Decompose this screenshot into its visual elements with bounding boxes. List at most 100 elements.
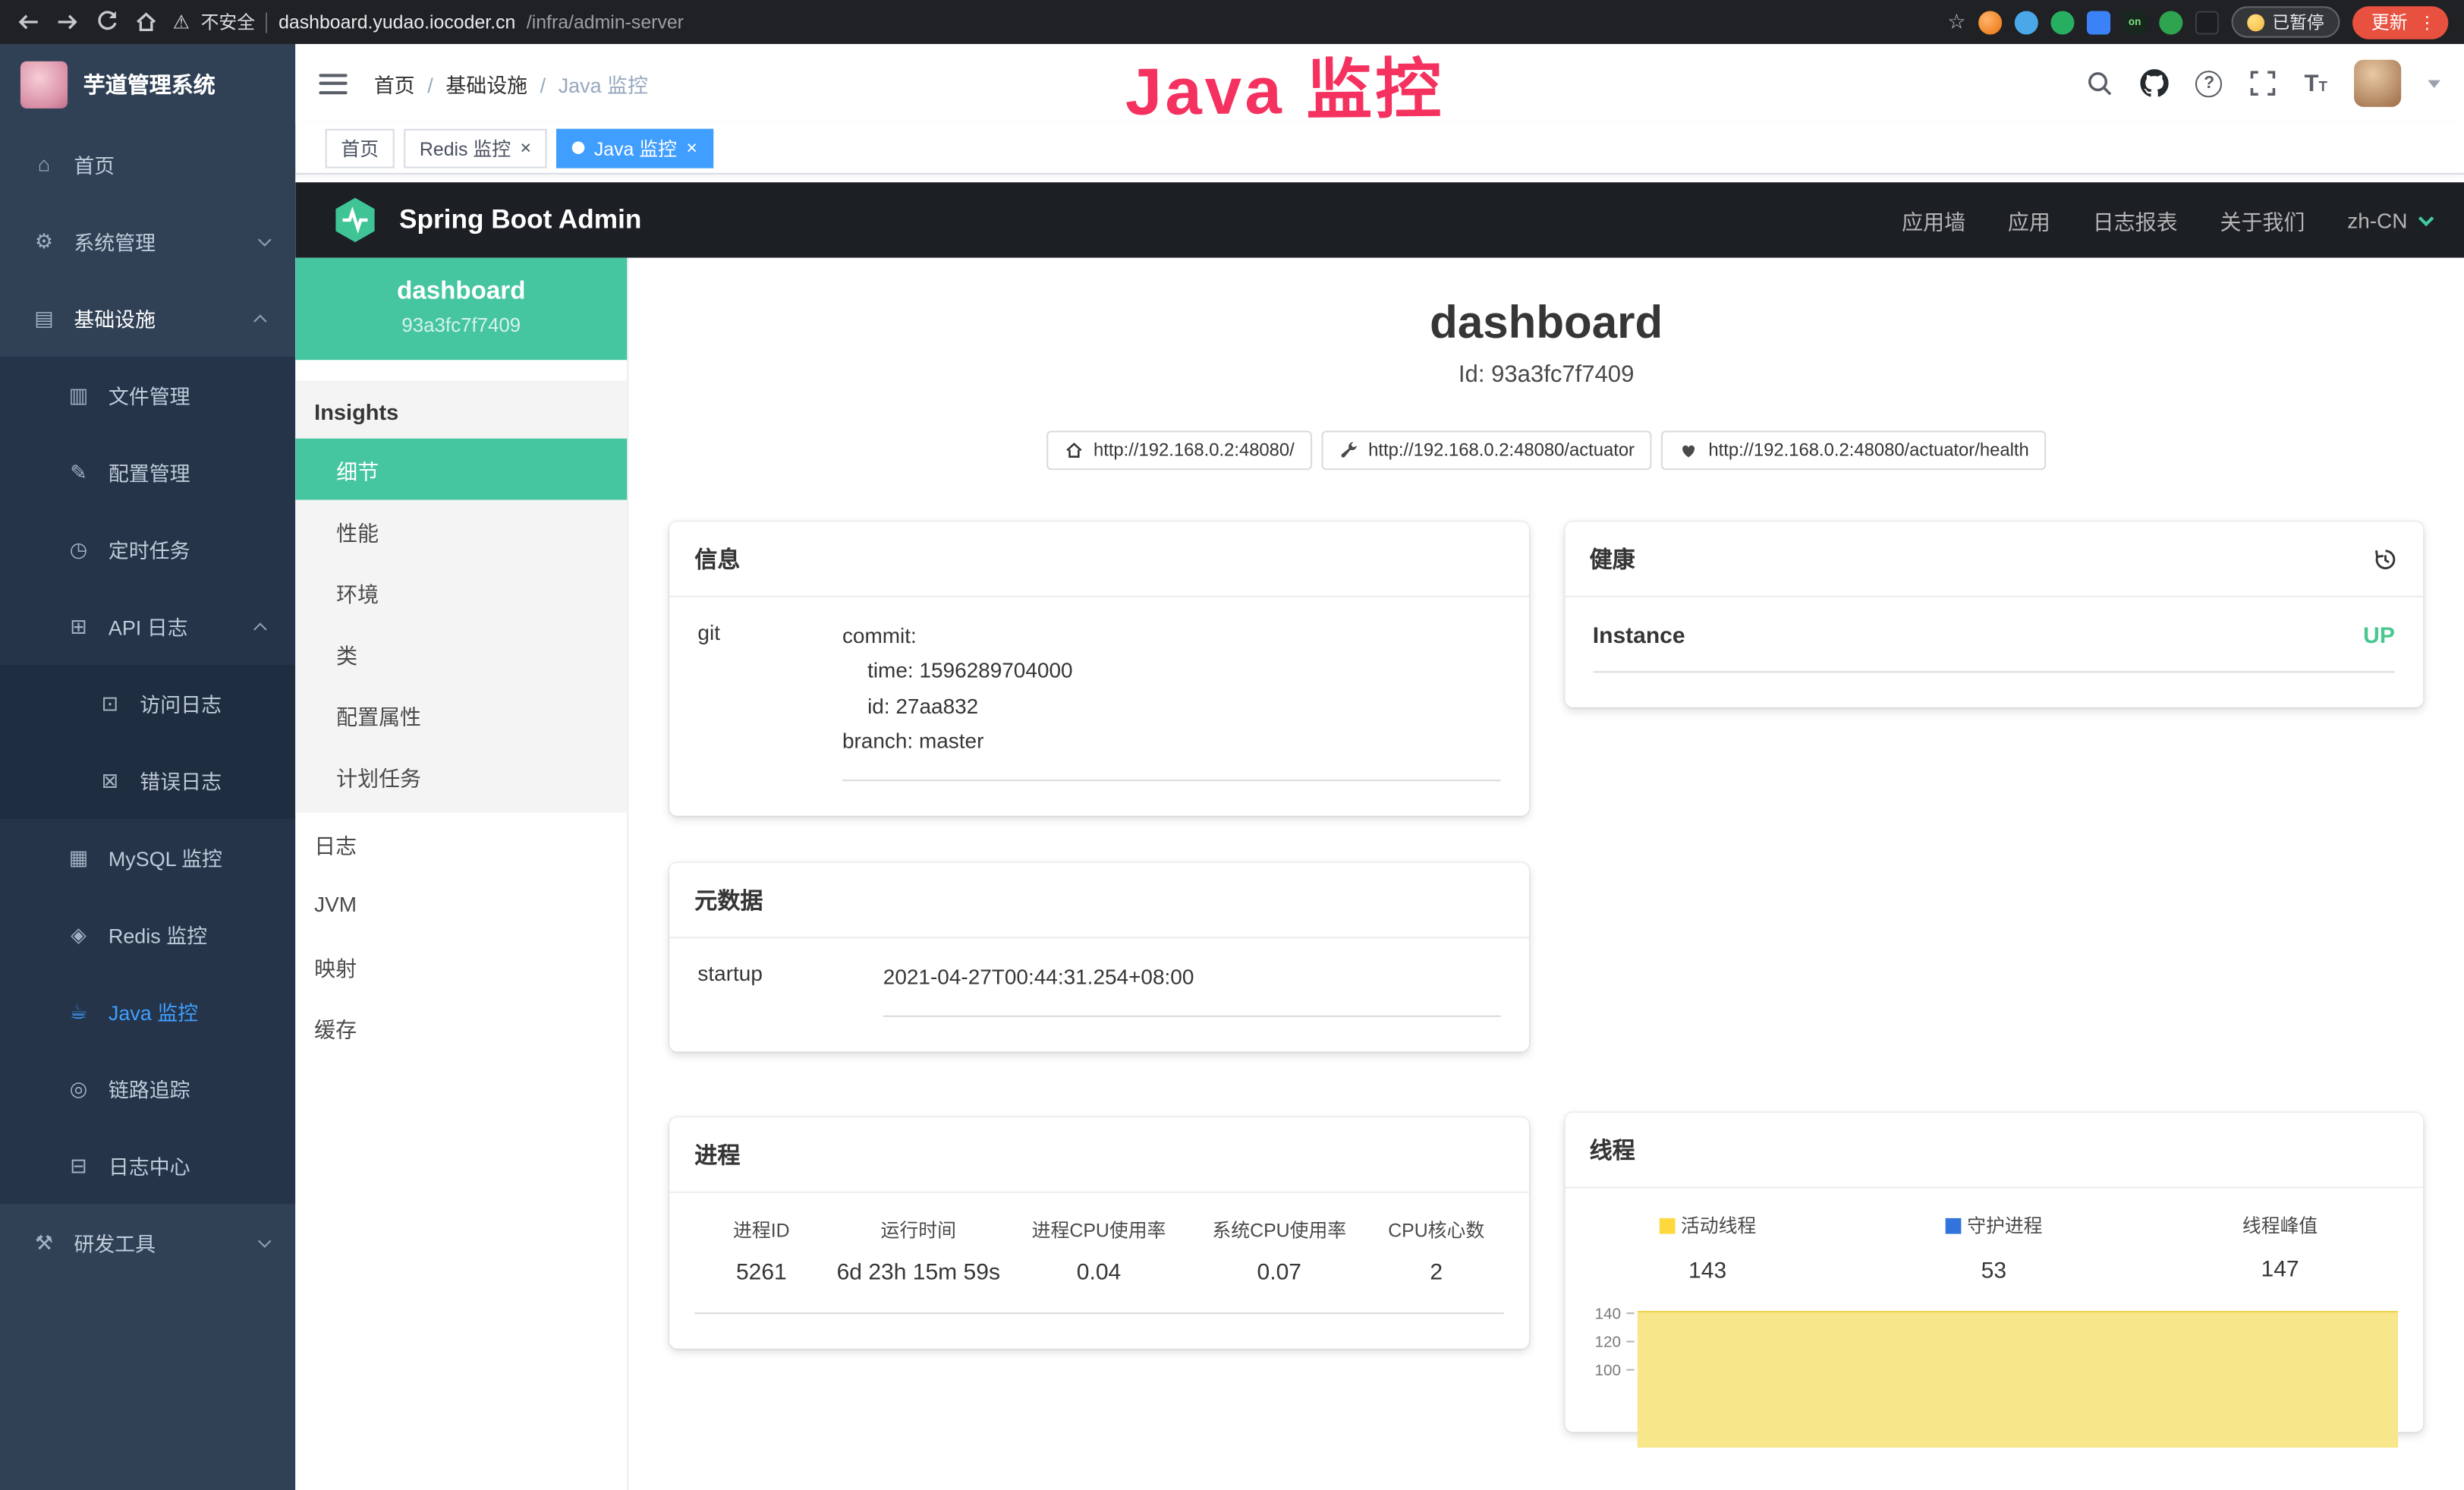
sba-nav-about[interactable]: 关于我们	[2220, 204, 2305, 235]
history-icon[interactable]	[2373, 547, 2398, 572]
sba-brand-title[interactable]: Spring Boot Admin	[399, 204, 641, 235]
back-icon[interactable]	[16, 9, 41, 34]
sidebar-item-mysql-monitor[interactable]: ▦ MySQL 监控	[0, 819, 295, 896]
gear-icon: ⚙	[31, 228, 56, 254]
home-icon[interactable]	[134, 9, 159, 34]
close-icon[interactable]	[520, 137, 531, 159]
user-avatar[interactable]	[2354, 60, 2401, 107]
service-url-button[interactable]: http://192.168.0.2:48080/	[1046, 430, 1312, 470]
update-button[interactable]: 更新 ⋮	[2352, 5, 2448, 38]
sidebar-item-label: 日志中心	[109, 1151, 190, 1180]
sidebar-item-redis-monitor[interactable]: ◈ Redis 监控	[0, 896, 295, 972]
sba-item-details[interactable]: 细节	[295, 439, 627, 500]
actuator-url: http://192.168.0.2:48080/actuator	[1368, 441, 1635, 460]
extension-on-badge-icon[interactable]: on	[2123, 10, 2147, 33]
address-bar[interactable]: ⚠ 不安全 dashboard.yudao.iocoder.cn/infra/a…	[173, 9, 1934, 34]
y-tick: 100	[1594, 1362, 1621, 1379]
github-icon[interactable]	[2141, 69, 2169, 97]
hamburger-icon[interactable]	[319, 73, 347, 93]
tab-home[interactable]: 首页	[326, 128, 395, 168]
sba-content: dashboard Id: 93a3fc7f7409 http://192.16…	[628, 258, 2464, 1490]
sidebar-item-config-mgmt[interactable]: ✎ 配置管理	[0, 434, 295, 511]
legend-label: 守护进程	[1967, 1212, 2042, 1239]
sidebar-item-api-logs[interactable]: ⊞ API 日志	[0, 587, 295, 664]
paused-badge[interactable]: 已暂停	[2232, 6, 2340, 37]
extension-grid-icon[interactable]	[2087, 10, 2110, 33]
spring-boot-admin-logo-icon[interactable]	[330, 197, 380, 244]
breadcrumb-home[interactable]: 首页	[374, 68, 446, 98]
insights-section: Insights 细节 性能 环境 类 配置属性 计划任务	[295, 380, 627, 812]
legend-swatch-live	[1659, 1218, 1675, 1233]
kebab-menu-icon[interactable]: ⋮	[2418, 12, 2436, 33]
fullscreen-icon[interactable]	[2249, 69, 2277, 97]
spring-boot-admin: Spring Boot Admin 应用墙 应用 日志报表 关于我们 zh-CN	[295, 182, 2464, 1490]
reload-icon[interactable]	[94, 9, 119, 34]
paused-label: 已暂停	[2272, 9, 2324, 34]
actuator-url-button[interactable]: http://192.168.0.2:48080/actuator	[1321, 430, 1652, 470]
sba-header: Spring Boot Admin 应用墙 应用 日志报表 关于我们 zh-CN	[295, 182, 2464, 257]
legend-label: 线程峰值	[2242, 1212, 2318, 1239]
error-log-icon: ⊠	[97, 768, 122, 793]
sidebar-item-home[interactable]: ⌂ 首页	[0, 126, 295, 203]
sidebar-item-log-center[interactable]: ⊟ 日志中心	[0, 1127, 295, 1204]
api-log-icon: ⊞	[66, 614, 91, 639]
sba-nav-journal[interactable]: 日志报表	[2093, 204, 2178, 235]
close-icon[interactable]	[686, 137, 697, 159]
info-key: git	[697, 619, 842, 781]
tab-java-monitor[interactable]: Java 监控	[556, 128, 713, 168]
sidebar-item-infrastructure[interactable]: ▤ 基础设施	[0, 280, 295, 357]
sba-nav-wallboard[interactable]: 应用墙	[1902, 204, 1965, 235]
sba-item-mappings[interactable]: 映射	[295, 935, 627, 997]
url-host[interactable]: dashboard.yudao.iocoder.cn	[278, 11, 515, 33]
sba-item-classes[interactable]: 类	[295, 622, 627, 684]
tab-redis-monitor[interactable]: Redis 监控	[404, 128, 547, 168]
sba-item-logs[interactable]: 日志	[295, 813, 627, 874]
sba-nav-applications[interactable]: 应用	[2008, 204, 2050, 235]
search-icon[interactable]	[2086, 69, 2114, 97]
extension-puzzle-icon[interactable]	[2195, 10, 2219, 33]
avatar-caret-icon[interactable]	[2428, 80, 2440, 87]
extension-fox-icon[interactable]	[1978, 10, 2002, 33]
extension-check-icon[interactable]	[2050, 10, 2074, 33]
help-icon[interactable]: ?	[2196, 70, 2223, 96]
health-key: Instance	[1593, 624, 1685, 649]
heart-icon	[1679, 440, 1699, 461]
locale-selector[interactable]: zh-CN	[2347, 208, 2429, 232]
sba-item-metrics[interactable]: 性能	[295, 500, 627, 562]
bookmark-star-icon[interactable]: ☆	[1947, 9, 1965, 34]
chevron-down-icon	[258, 1233, 272, 1247]
sba-item-environment[interactable]: 环境	[295, 561, 627, 622]
breadcrumb-infrastructure[interactable]: 基础设施	[445, 68, 558, 98]
metadata-key: startup	[697, 960, 883, 1017]
security-label[interactable]: 不安全	[201, 9, 255, 34]
font-size-icon[interactable]: TT	[2304, 70, 2327, 96]
health-url-button[interactable]: http://192.168.0.2:48080/actuator/health	[1661, 430, 2046, 470]
url-path[interactable]: /infra/admin-server	[527, 11, 684, 33]
sba-item-scheduled-tasks[interactable]: 计划任务	[295, 745, 627, 807]
sidebar-item-label: 链路追踪	[109, 1073, 190, 1103]
sidebar-item-java-monitor[interactable]: ☕ Java 监控	[0, 973, 295, 1050]
active-dot	[572, 141, 585, 154]
instance-header[interactable]: dashboard 93a3fc7f7409	[295, 258, 627, 361]
forward-icon[interactable]	[55, 9, 80, 34]
sidebar-item-trace[interactable]: ◎ 链路追踪	[0, 1050, 295, 1126]
process-col-value: 5261	[694, 1261, 828, 1286]
tab-label: Redis 监控	[420, 134, 511, 161]
sba-item-caches[interactable]: 缓存	[295, 997, 627, 1058]
git-id-line: id: 27aa832	[842, 689, 1500, 724]
sidebar-item-label: 错误日志	[140, 765, 222, 795]
sba-item-config-props[interactable]: 配置属性	[295, 684, 627, 745]
sidebar-item-label: 基础设施	[74, 304, 156, 333]
extension-drop-icon[interactable]	[2015, 10, 2038, 33]
sidebar-item-label: API 日志	[109, 612, 188, 641]
sidebar-item-label: MySQL 监控	[109, 843, 222, 872]
emoji-icon	[2247, 14, 2264, 31]
sidebar-item-error-logs[interactable]: ⊠ 错误日志	[0, 742, 295, 818]
extension-leaf-icon[interactable]	[2159, 10, 2182, 33]
sidebar-item-devtools[interactable]: ⚒ 研发工具	[0, 1204, 295, 1281]
sidebar-item-file-mgmt[interactable]: ▥ 文件管理	[0, 357, 295, 433]
sidebar-item-scheduled-tasks[interactable]: ◷ 定时任务	[0, 511, 295, 587]
sidebar-item-access-logs[interactable]: ⊡ 访问日志	[0, 665, 295, 742]
sba-item-jvm[interactable]: JVM	[295, 874, 627, 935]
sidebar-item-system-mgmt[interactable]: ⚙ 系统管理	[0, 203, 295, 279]
